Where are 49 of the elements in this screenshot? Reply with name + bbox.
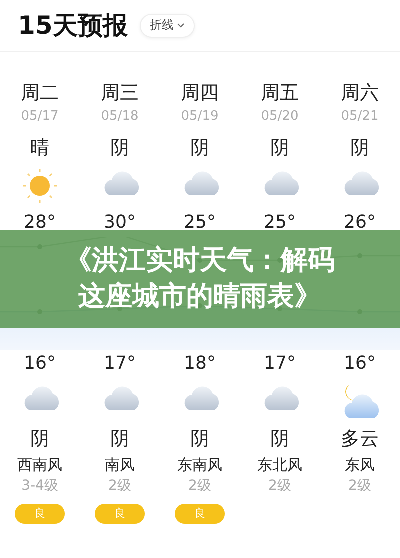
wind-level: 2级 — [268, 477, 292, 496]
weather-label: 晴 — [30, 136, 50, 161]
wind-level: 2级 — [188, 477, 212, 496]
weather-label: 阴 — [190, 427, 210, 452]
sun-icon — [20, 166, 60, 206]
weekday-label: 周六 — [341, 81, 379, 106]
weather-label: 阴 — [30, 427, 50, 452]
low-temperature: 17° — [104, 352, 136, 376]
date-label: 05/19 — [181, 108, 219, 126]
wind-level: 2级 — [348, 477, 372, 496]
air-quality-badge: 良 — [95, 504, 145, 524]
wind-direction: 东北风 — [258, 455, 302, 476]
weekday-label: 周四 — [181, 81, 219, 106]
wind-direction: 西南风 — [18, 455, 62, 476]
wind-direction: 东风 — [345, 455, 375, 476]
weather-label: 阴 — [190, 136, 210, 161]
weather-label: 阴 — [110, 427, 130, 452]
section-title: 15天预报 — [18, 10, 128, 42]
air-quality-badge: 良 — [15, 504, 65, 524]
view-switch[interactable]: 折线 — [140, 14, 195, 38]
low-temperature: 16° — [24, 352, 56, 376]
low-temperature: 16° — [344, 352, 376, 376]
headline-text: 《洪江实时天气：解码 — [65, 244, 335, 278]
wind-direction: 东南风 — [178, 455, 222, 476]
high-temperature: 25° — [184, 211, 216, 235]
date-label: 05/21 — [341, 108, 379, 126]
weather-label: 阴 — [350, 136, 370, 161]
high-temperature: 30° — [104, 211, 136, 235]
weekday-label: 周五 — [261, 81, 299, 106]
weekday-label: 周二 — [21, 81, 59, 106]
low-temperature: 17° — [264, 352, 296, 376]
weather-label: 阴 — [270, 427, 290, 452]
date-label: 05/17 — [21, 108, 59, 126]
high-temperature: 25° — [264, 211, 296, 235]
wind-level: 3-4级 — [22, 477, 58, 496]
chevron-down-icon — [176, 23, 185, 28]
weekday-label: 周三 — [101, 81, 139, 106]
high-temperature: 28° — [24, 211, 56, 235]
low-temperature: 18° — [184, 352, 216, 376]
date-label: 05/18 — [101, 108, 139, 126]
headline-text: 这座城市的晴雨表》 — [78, 280, 322, 314]
wind-level: 2级 — [108, 477, 132, 496]
weather-label: 阴 — [110, 136, 130, 161]
date-label: 05/20 — [261, 108, 299, 126]
air-quality-badge: 良 — [175, 504, 225, 524]
wind-direction: 南风 — [105, 455, 135, 476]
high-temperature: 26° — [344, 211, 376, 235]
weather-label: 阴 — [270, 136, 290, 161]
weather-label: 多云 — [341, 427, 379, 452]
